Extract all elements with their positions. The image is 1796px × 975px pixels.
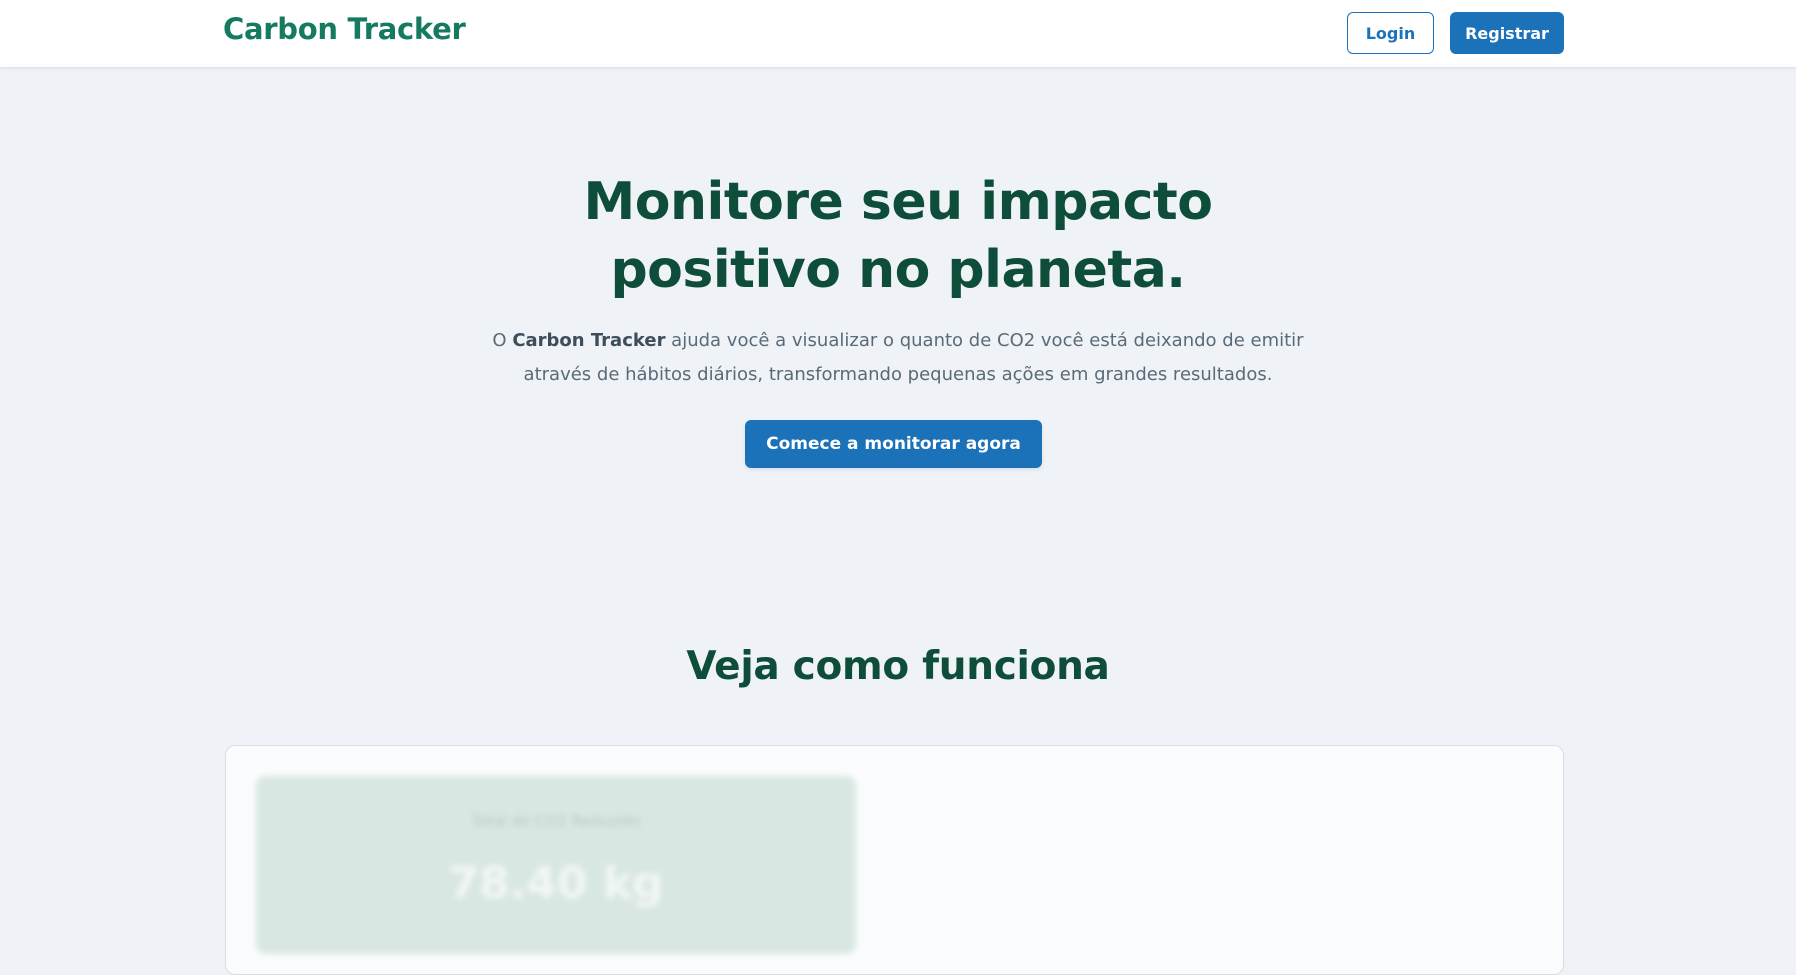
top-navbar: Carbon Tracker Login Registrar (0, 0, 1796, 68)
hero-title-line2: positivo no planeta. (610, 240, 1186, 300)
co2-reduced-label: Total de CO2 Reduzido (471, 812, 641, 830)
hero-subtitle-line2: através de hábitos diários, transformand… (523, 364, 1273, 385)
hero-subtitle-line1: ajuda você a visualizar o quanto de CO2 … (665, 330, 1304, 351)
demo-preview-card: Total de CO2 Reduzido 78.40 kg (225, 745, 1564, 975)
start-monitoring-button[interactable]: Comece a monitorar agora (745, 420, 1042, 468)
co2-reduced-stat-card: Total de CO2 Reduzido 78.40 kg (256, 776, 856, 954)
register-button[interactable]: Registrar (1450, 12, 1564, 54)
hero-title: Monitore seu impacto positivo no planeta… (448, 168, 1348, 304)
hero-title-line1: Monitore seu impacto (583, 172, 1213, 232)
hero-subtitle: O Carbon Tracker ajuda você a visualizar… (448, 324, 1348, 392)
co2-reduced-value: 78.40 kg (448, 858, 664, 909)
brand-logo-text[interactable]: Carbon Tracker (223, 12, 466, 46)
login-button[interactable]: Login (1347, 12, 1434, 54)
how-it-works-title: Veja como funciona (686, 644, 1110, 689)
hero-subtitle-brand: Carbon Tracker (512, 330, 666, 351)
hero-subtitle-prefix: O (492, 330, 513, 351)
